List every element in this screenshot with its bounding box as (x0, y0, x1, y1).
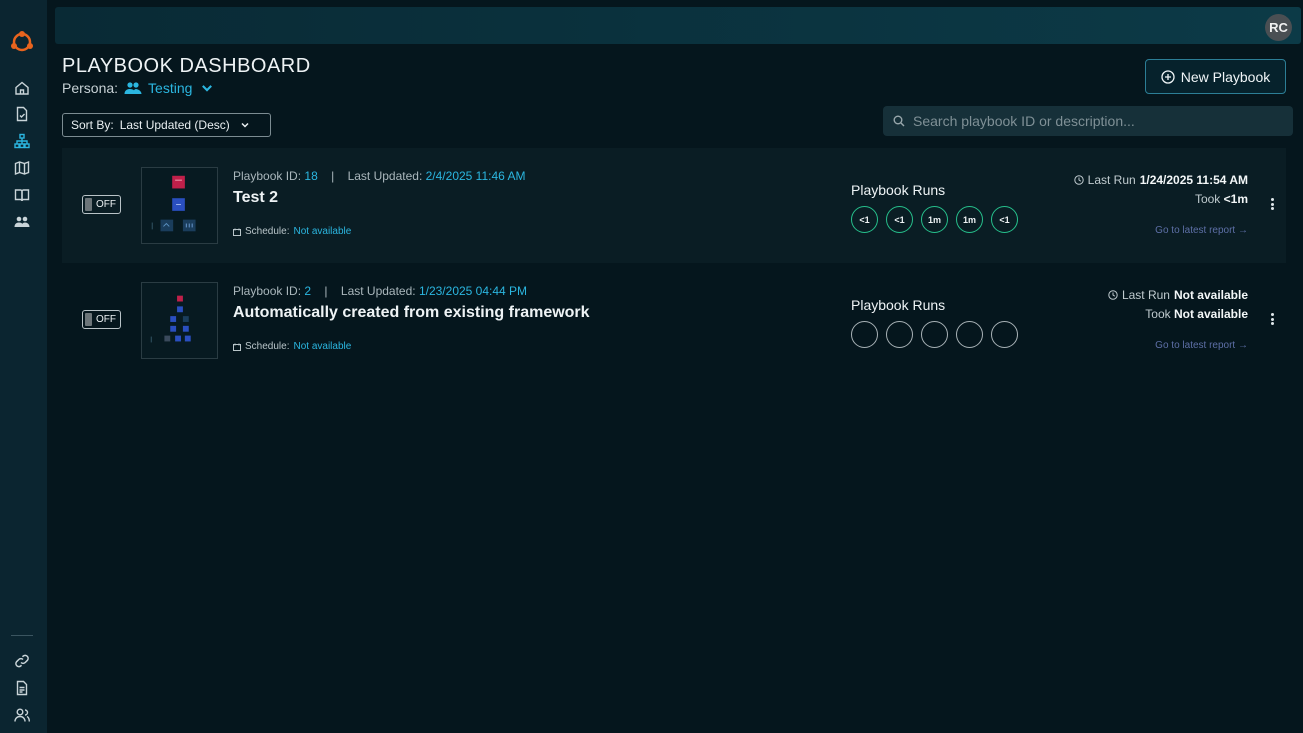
schedule-value: Not available (293, 341, 352, 352)
run-badge (921, 321, 948, 348)
link-icon[interactable] (13, 652, 31, 670)
last-updated-label: Last Updated: (347, 169, 423, 183)
report-icon[interactable] (13, 105, 31, 123)
toggle-label: OFF (96, 314, 116, 325)
run-badge (956, 321, 983, 348)
last-run-label: Last Run (1121, 288, 1170, 302)
playbook-title[interactable]: Automatically created from existing fram… (233, 304, 590, 322)
persona-users-icon (124, 82, 142, 94)
took: Took Not available (1145, 307, 1248, 321)
toggle-knob (85, 313, 92, 326)
took-value: Not available (1173, 307, 1248, 321)
sort-value: Last Updated (Desc) (119, 118, 230, 132)
toggle-label: OFF (96, 199, 116, 210)
last-run: Last Run Not available (1108, 288, 1248, 302)
run-badge[interactable]: <1 (886, 206, 913, 233)
playbook-schedule: Schedule: Not available (233, 226, 351, 237)
clock-icon (1108, 290, 1118, 300)
last-run: Last Run 1/24/2025 11:54 AM (1073, 173, 1248, 187)
book-icon[interactable] (13, 186, 31, 204)
last-run-value: 1/24/2025 11:54 AM (1139, 173, 1248, 187)
playbook-id-label: Playbook ID: (233, 284, 302, 298)
last-updated: 2/4/2025 11:46 AM (425, 169, 526, 183)
playbook-card[interactable]: OFF Playbook ID: 2 | Last Updated: 1/23/… (62, 263, 1286, 378)
playbook-toggle[interactable]: OFF (82, 195, 121, 214)
search-icon (893, 115, 905, 127)
last-run-value: Not available (1173, 288, 1248, 302)
persona-label: Persona: (62, 80, 119, 96)
took-label: Took (1194, 192, 1221, 206)
run-badge (851, 321, 878, 348)
new-playbook-label: New Playbook (1180, 68, 1271, 85)
avatar[interactable]: RC (1265, 14, 1292, 41)
playbook-thumbnail[interactable] (141, 282, 218, 359)
users-icon[interactable] (13, 213, 31, 231)
more-options-icon[interactable] (1268, 196, 1276, 212)
clock-icon (1073, 175, 1084, 185)
playbooks-icon[interactable] (13, 132, 31, 150)
playbook-runs-label: Playbook Runs (851, 182, 946, 198)
last-updated-label: Last Updated: (340, 284, 416, 298)
playbook-meta: Playbook ID: 18 | Last Updated: 2/4/2025… (233, 169, 525, 183)
calendar-icon (233, 343, 241, 351)
persona-selector: Persona: Testing (62, 80, 216, 96)
run-badge[interactable]: 1m (921, 206, 948, 233)
top-bar: RC (55, 7, 1301, 44)
took-value: <1m (1223, 192, 1248, 206)
sort-dropdown[interactable]: Sort By: Last Updated (Desc) (62, 113, 271, 137)
latest-report-link[interactable]: Go to latest report → (1155, 340, 1248, 351)
schedule-label: Schedule: (245, 226, 290, 237)
schedule-label: Schedule: (245, 341, 290, 352)
sort-label: Sort By: (71, 118, 114, 132)
playbook-runs: <1 <1 1m 1m <1 (851, 206, 1018, 233)
took: Took <1m (1195, 192, 1248, 206)
sidebar (0, 0, 47, 733)
playbook-runs-label: Playbook Runs (851, 297, 946, 313)
chevron-down-icon (202, 85, 213, 92)
playbook-id: 2 (304, 284, 312, 298)
last-run-label: Last Run (1087, 173, 1136, 187)
playbook-id-label: Playbook ID: (233, 169, 302, 183)
playbook-id: 18 (304, 169, 318, 183)
app-logo-icon[interactable] (9, 28, 35, 54)
user-manage-icon[interactable] (13, 706, 31, 724)
playbook-meta: Playbook ID: 2 | Last Updated: 1/23/2025… (233, 284, 527, 298)
playbook-schedule: Schedule: Not available (233, 341, 351, 352)
more-options-icon[interactable] (1268, 311, 1276, 327)
calendar-icon (233, 228, 241, 236)
document-icon[interactable] (13, 679, 31, 697)
playbook-thumbnail[interactable] (141, 167, 218, 244)
run-badge (991, 321, 1018, 348)
meta-separator: | (324, 284, 328, 298)
run-badge (886, 321, 913, 348)
persona-value: Testing (148, 80, 193, 96)
search-input[interactable] (913, 113, 1273, 129)
sidebar-divider (11, 635, 33, 636)
playbook-title[interactable]: Test 2 (233, 189, 278, 207)
page-title: PLAYBOOK DASHBOARD (62, 55, 311, 77)
run-badge[interactable]: <1 (991, 206, 1018, 233)
new-playbook-button[interactable]: New Playbook (1145, 59, 1286, 94)
last-updated: 1/23/2025 04:44 PM (418, 284, 528, 298)
home-icon[interactable] (13, 79, 31, 97)
latest-report-link[interactable]: Go to latest report → (1155, 225, 1248, 236)
playbook-toggle[interactable]: OFF (82, 310, 121, 329)
plus-circle-icon (1161, 69, 1175, 84)
run-badge[interactable]: <1 (851, 206, 878, 233)
run-badge[interactable]: 1m (956, 206, 983, 233)
chevron-down-icon (241, 122, 249, 128)
meta-separator: | (331, 169, 335, 183)
schedule-value: Not available (293, 226, 352, 237)
toggle-knob (85, 198, 92, 211)
persona-dropdown[interactable]: Testing (124, 80, 216, 96)
playbook-runs (851, 321, 1018, 348)
took-label: Took (1145, 307, 1171, 321)
map-icon[interactable] (13, 159, 31, 177)
search-box (883, 106, 1293, 136)
playbook-card[interactable]: OFF Playbook ID: 18 | Last Updated: 2/4/… (62, 148, 1286, 263)
